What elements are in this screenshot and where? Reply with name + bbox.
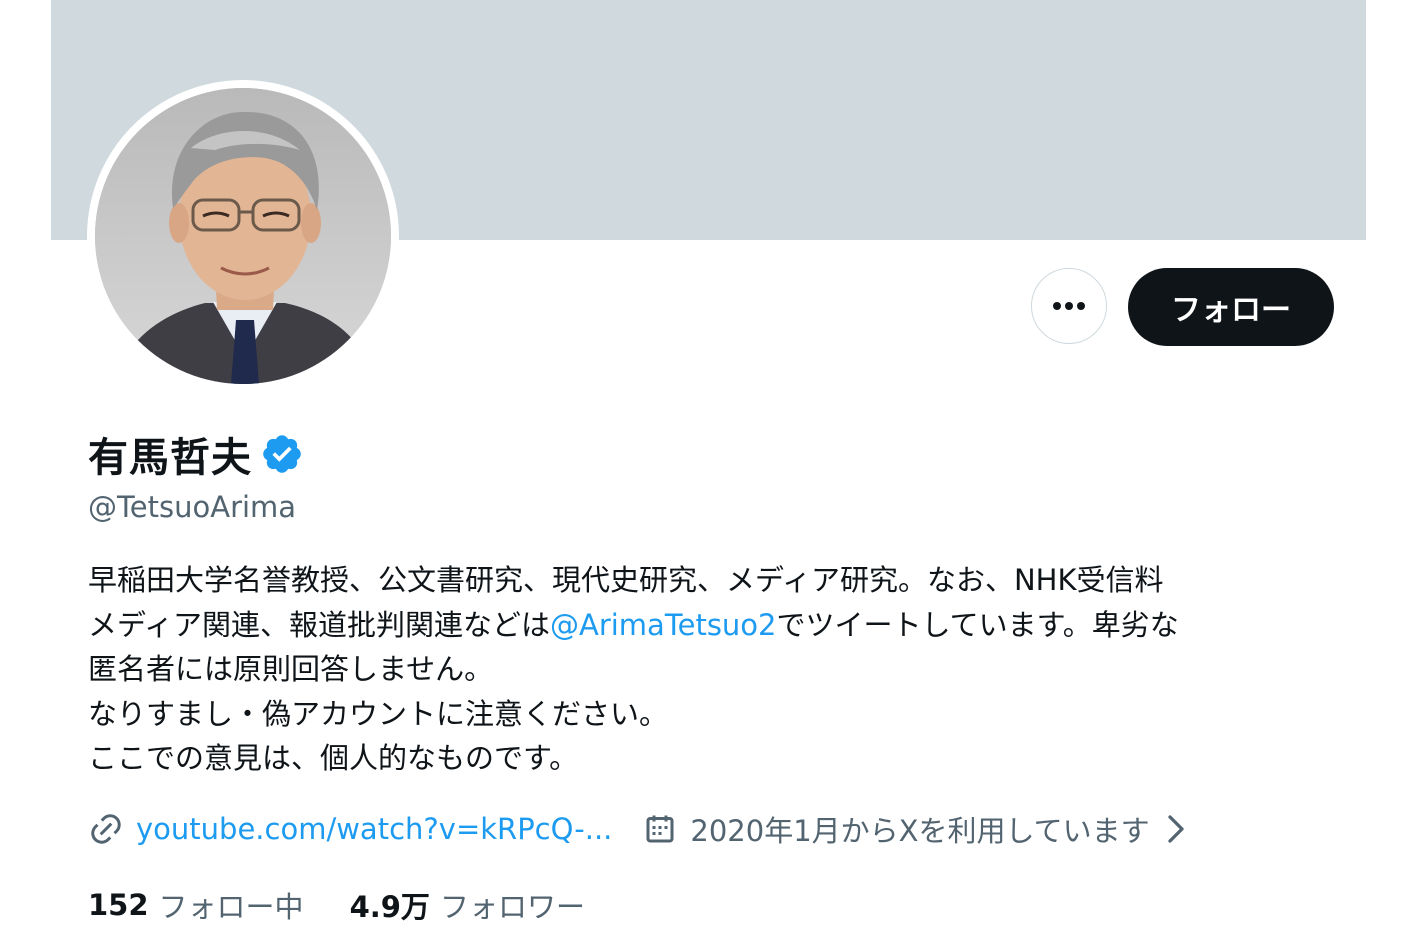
followers-label: フォロワー: [439, 890, 585, 924]
bio-line: メディア関連、報道批判関連などは@ArimaTetsuo2でツイートしています。…: [88, 603, 1338, 648]
more-options-button[interactable]: [1031, 268, 1107, 344]
bio-line: 匿名者には原則回答しません。: [88, 652, 494, 686]
followers-link[interactable]: 4.9万 フォロワー: [350, 884, 585, 926]
follow-stats: 152 フォロー中 4.9万 フォロワー: [88, 882, 631, 928]
followers-count: 4.9万: [349, 890, 430, 924]
profile-bio: 早稲田大学名誉教授、公文書研究、現代史研究、メディア研究。なお、NHK受信料 メ…: [88, 558, 1338, 781]
calendar-icon: [646, 815, 674, 843]
profile-meta: youtube.com/watch?v=kRPcQ-... 2020年1月からX…: [88, 806, 1190, 852]
bio-line: 早稲田大学名誉教授、公文書研究、現代史研究、メディア研究。なお、NHK受信料: [88, 563, 1164, 597]
user-handle: @TetsuoArima: [88, 490, 297, 524]
following-count: 152: [88, 888, 149, 922]
bio-text: でツイートしています。卑劣な: [776, 607, 1179, 642]
follow-button[interactable]: フォロー: [1128, 268, 1334, 346]
chevron-right-icon: [1168, 815, 1184, 843]
mention-link[interactable]: @ArimaTetsuo2: [550, 608, 777, 642]
profile-website-link[interactable]: youtube.com/watch?v=kRPcQ-...: [136, 812, 612, 846]
avatar[interactable]: [95, 88, 391, 384]
display-name: 有馬哲夫: [88, 435, 252, 481]
link-icon: [91, 814, 121, 844]
join-date[interactable]: 2020年1月からXを利用しています: [642, 808, 1189, 850]
bio-text: メディア関連、報道批判関連などは: [88, 607, 550, 642]
following-link[interactable]: 152 フォロー中: [88, 884, 304, 926]
bio-line: なりすまし・偽アカウントに注意ください。: [88, 696, 669, 731]
avatar-ring: [87, 80, 399, 392]
name-row: 有馬哲夫: [88, 426, 304, 482]
following-label: フォロー中: [158, 890, 304, 924]
verified-badge-icon[interactable]: [260, 432, 304, 476]
more-icon: [1053, 302, 1085, 310]
bio-line: ここでの意見は、個人的なものです。: [88, 741, 579, 775]
join-date-text: 2020年1月からXを利用しています: [690, 814, 1150, 848]
avatar-photo: [95, 88, 391, 384]
profile-page: フォロー 有馬哲夫 @TetsuoArima 早稲田大学名誉教授、公文書研究、現…: [51, 0, 1366, 946]
